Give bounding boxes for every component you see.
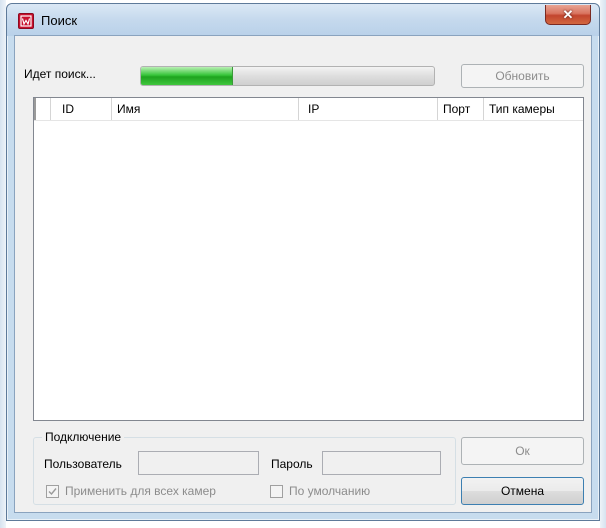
refresh-button[interactable]: Обновить: [461, 64, 584, 88]
cancel-button[interactable]: Отмена: [461, 477, 584, 505]
apply-all-checkbox-box[interactable]: [46, 485, 59, 498]
column-header-id[interactable]: ID: [51, 98, 112, 120]
password-label: Пароль: [271, 457, 313, 471]
close-icon: ✕: [562, 7, 574, 22]
user-label: Пользователь: [44, 457, 122, 471]
checkmark-icon: [48, 488, 57, 496]
ok-button[interactable]: Ок: [461, 437, 584, 465]
search-progress-bar: [140, 66, 435, 86]
table-header: ID Имя IP Порт Тип камеры: [34, 98, 583, 121]
title-bar[interactable]: Поиск ✕: [7, 4, 599, 36]
password-input[interactable]: [322, 451, 441, 475]
default-label: По умолчанию: [289, 484, 371, 498]
progress-bar-fill: [141, 67, 233, 85]
column-header-name[interactable]: Имя: [112, 98, 299, 120]
close-button[interactable]: ✕: [545, 5, 591, 25]
column-header-camera-type[interactable]: Тип камеры: [484, 98, 584, 120]
column-header-select[interactable]: [34, 98, 51, 120]
column-header-port[interactable]: Порт: [438, 98, 484, 120]
camera-app-icon: [18, 13, 34, 29]
column-header-ip[interactable]: IP: [299, 98, 438, 120]
apply-all-label: Применить для всех камер: [65, 484, 216, 498]
connection-group-title: Подключение: [42, 430, 125, 444]
user-input[interactable]: [138, 451, 259, 475]
camera-list-table[interactable]: ID Имя IP Порт Тип камеры: [33, 97, 584, 421]
window-title: Поиск: [41, 13, 78, 28]
desktop-background-right: [600, 0, 606, 528]
search-status-label: Идет поиск...: [24, 67, 96, 81]
default-checkbox-box[interactable]: [270, 485, 283, 498]
